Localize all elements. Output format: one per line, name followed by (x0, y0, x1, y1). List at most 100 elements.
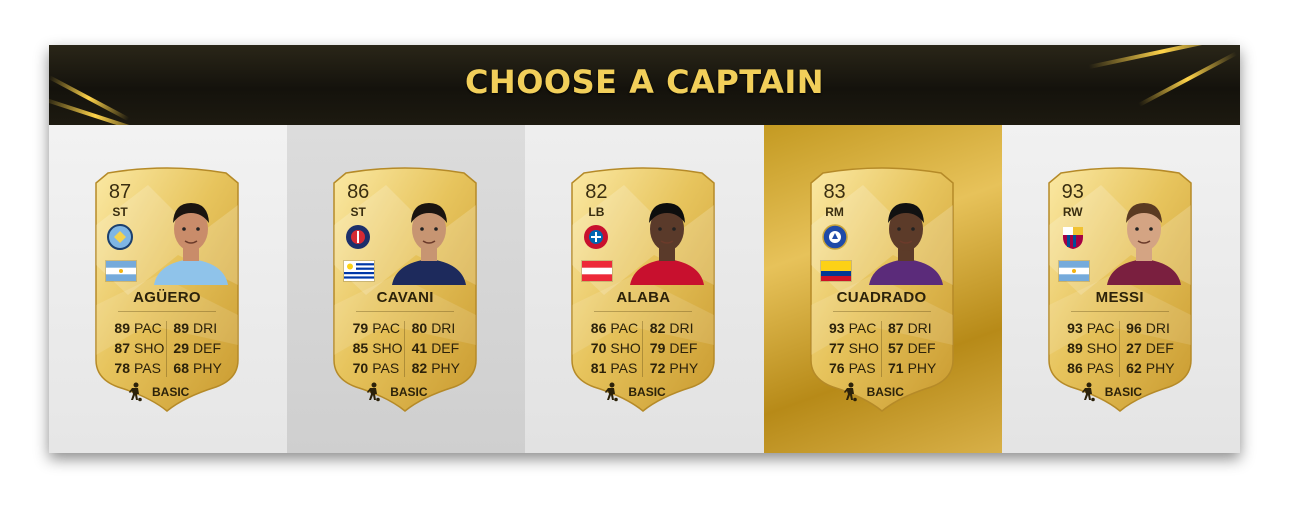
stat-value: 62 (1126, 360, 1142, 376)
stat-label: PAS (610, 360, 638, 376)
stat-value: 70 (590, 340, 607, 356)
player-silhouette-icon (129, 382, 142, 402)
stat-label: PAC (134, 320, 162, 336)
stat-value: 93 (828, 320, 845, 336)
captain-option-4[interactable]: 83 RM CUADRADO 93 PAC 87 DRI 77 SHO 57 DEF 76 PAS 71 P… (763, 125, 1002, 453)
stat-cell: 85 SHO (348, 340, 407, 356)
stat-value: 68 (173, 360, 189, 376)
player-position: LB (588, 205, 605, 219)
stat-label: PAC (1086, 320, 1115, 336)
player-name: AGÜERO (133, 289, 201, 306)
stat-value: 81 (590, 360, 607, 376)
player-position: RM (825, 205, 844, 219)
stat-cell: 82 DRI (645, 320, 704, 336)
stat-label: DRI (907, 320, 932, 336)
player-card[interactable]: 87 ST AGÜERO 89 PAC 89 DRI 87 SHO 29 DEF 78 PAS 68 PHY… (88, 165, 246, 413)
stat-value: 57 (887, 340, 904, 356)
player-portrait (154, 203, 228, 285)
captain-options: 87 ST AGÜERO 89 PAC 89 DRI 87 SHO 29 DEF 78 PAS 68 PHY… (49, 125, 1240, 453)
divider (1070, 311, 1169, 312)
captain-selection-panel: CHOOSE A CAPTAIN 87 ST AGÜERO 89 PAC 89 DRI 87 S… (49, 45, 1240, 453)
player-stats: 93 PAC 87 DRI 77 SHO 57 DEF 76 PAS 71 PHY (825, 318, 943, 378)
stat-row: 70 SHO 79 DEF (586, 338, 704, 358)
stat-label: PAC (848, 320, 877, 336)
chemistry-style: BASIC (604, 381, 666, 403)
player-name: CAVANI (376, 289, 434, 306)
stat-label: PAC (372, 320, 400, 336)
captain-option-5[interactable]: 93 RW MESSI 93 PAC 96 DRI 89 SHO 27 DEF 86 PAS 62 PHY B… (1001, 125, 1240, 453)
austria-flag-icon (581, 260, 614, 282)
stat-value: 79 (649, 340, 666, 356)
stat-cell: 81 PAS (586, 360, 645, 376)
stat-cell: 86 PAC (586, 320, 645, 336)
player-rating: 82 (585, 181, 608, 203)
chemistry-style: BASIC (1081, 381, 1142, 403)
stat-row: 93 PAC 96 DRI (1063, 318, 1181, 338)
stat-cell: 96 DRI (1122, 320, 1181, 336)
stat-cell: 86 PAS (1063, 360, 1122, 376)
stat-cell: 77 SHO (825, 340, 884, 356)
stat-value: 86 (590, 320, 607, 336)
player-portrait (392, 203, 467, 285)
chemistry-label: BASIC (152, 385, 190, 399)
stat-label: PHY (907, 360, 937, 376)
stat-label: PHY (431, 360, 460, 376)
stat-label: SHO (610, 340, 641, 356)
stat-label: PAS (848, 360, 876, 376)
stat-value: 77 (828, 340, 845, 356)
stat-label: SHO (372, 340, 403, 356)
stat-label: SHO (1086, 340, 1118, 356)
captain-option-2[interactable]: 86 ST CAVANI 79 PAC 80 DRI 85 SHO 41 DEF 70 PAS 82 PHY… (287, 125, 526, 453)
player-card[interactable]: 83 RM CUADRADO 93 PAC 87 DRI 77 SHO 57 DEF 76 PAS 71 P… (803, 165, 961, 413)
stat-label: PHY (1145, 360, 1175, 376)
stat-label: DEF (669, 340, 698, 356)
player-card[interactable]: 82 LB ALABA 86 PAC 82 DRI 70 SHO 79 DEF 81 PAS 72 PHY B… (564, 165, 722, 413)
stat-value: 89 (1067, 340, 1083, 356)
divider (356, 311, 455, 312)
chelsea-crest-icon (821, 223, 849, 251)
uruguay-flag-icon (343, 260, 376, 282)
stat-cell: 87 SHO (110, 340, 169, 356)
player-stats: 89 PAC 89 DRI 87 SHO 29 DEF 78 PAS 68 PHY (110, 318, 228, 378)
barcelona-crest-icon (1059, 223, 1087, 251)
argentina-flag-icon (1057, 260, 1090, 282)
chemistry-style: BASIC (843, 381, 904, 403)
stat-row: 76 PAS 71 PHY (825, 358, 943, 378)
stat-value: 82 (649, 320, 666, 336)
stat-value: 87 (114, 340, 130, 356)
stat-label: DEF (1145, 340, 1174, 356)
player-name: CUADRADO (836, 289, 927, 306)
header-bar: CHOOSE A CAPTAIN (49, 45, 1240, 125)
player-rating: 93 (1061, 181, 1084, 203)
stat-row: 86 PAC 82 DRI (586, 318, 704, 338)
psg-crest-icon (344, 223, 372, 251)
stat-label: DRI (1145, 320, 1170, 336)
stat-cell: 27 DEF (1122, 340, 1181, 356)
stat-cell: 79 PAC (348, 320, 407, 336)
stat-row: 77 SHO 57 DEF (825, 338, 943, 358)
player-position: ST (350, 205, 366, 219)
stat-row: 70 PAS 82 PHY (348, 358, 466, 378)
stat-value: 85 (352, 340, 369, 356)
player-card[interactable]: 93 RW MESSI 93 PAC 96 DRI 89 SHO 27 DEF 86 PAS 62 PHY B… (1041, 165, 1199, 413)
stat-cell: 89 DRI (169, 320, 228, 336)
stat-cell: 93 PAC (1063, 320, 1122, 336)
stat-value: 71 (887, 360, 904, 376)
stat-value: 70 (352, 360, 369, 376)
player-stats: 93 PAC 96 DRI 89 SHO 27 DEF 86 PAS 62 PHY (1063, 318, 1181, 378)
player-rating: 86 (347, 181, 370, 203)
colombia-flag-icon (819, 260, 852, 282)
stat-label: DEF (431, 340, 460, 356)
player-position: ST (112, 205, 128, 219)
bayern-crest-icon (582, 223, 610, 251)
stat-row: 79 PAC 80 DRI (348, 318, 466, 338)
player-name: ALABA (616, 289, 671, 306)
chemistry-label: BASIC (628, 385, 666, 399)
captain-option-3[interactable]: 82 LB ALABA 86 PAC 82 DRI 70 SHO 79 DEF 81 PAS 72 PHY B… (525, 125, 764, 453)
captain-option-1[interactable]: 87 ST AGÜERO 89 PAC 89 DRI 87 SHO 29 DEF 78 PAS 68 PHY… (49, 125, 288, 453)
player-card[interactable]: 86 ST CAVANI 79 PAC 80 DRI 85 SHO 41 DEF 70 PAS 82 PHY… (326, 165, 484, 413)
stat-label: PHY (193, 360, 222, 376)
divider (118, 311, 216, 312)
stat-label: DRI (431, 320, 456, 336)
stat-value: 78 (114, 360, 130, 376)
